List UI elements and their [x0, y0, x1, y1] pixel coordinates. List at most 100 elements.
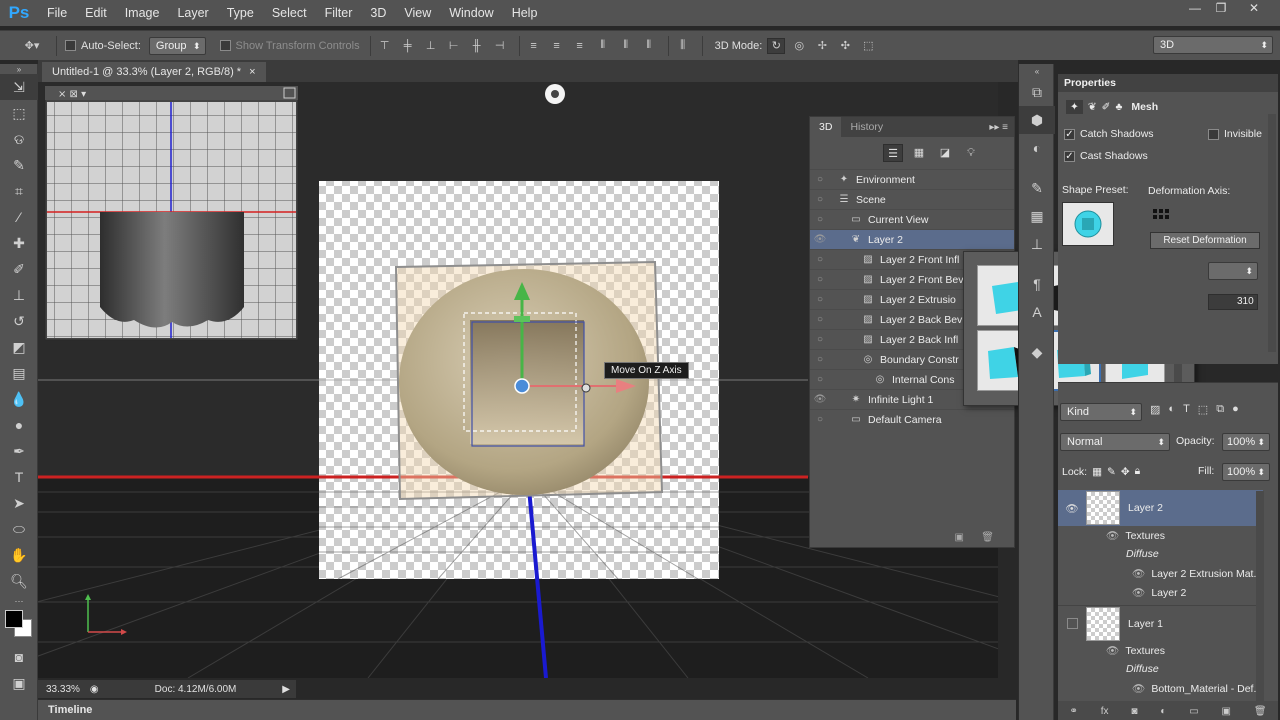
fx-icon[interactable]: fx	[1101, 706, 1109, 717]
new-layer-icon[interactable]: ▣	[1222, 706, 1231, 717]
textures-row[interactable]: 👁︎ Textures	[1106, 644, 1280, 658]
auto-select-target-select[interactable]: Group	[148, 36, 206, 55]
workspace-select[interactable]: 3D	[1153, 36, 1273, 54]
auto-align-icon[interactable]: ⫼	[674, 38, 692, 54]
scene-tree-item[interactable]: ○ ☰ Scene	[810, 189, 1014, 209]
properties-scrollbar[interactable]	[1268, 114, 1276, 352]
clone-source-dock-icon[interactable]: ⊥	[1019, 230, 1055, 258]
lock-all-icon[interactable]: 🔒︎	[1135, 465, 1141, 478]
close-document-icon[interactable]: ×	[249, 62, 255, 82]
lock-position-icon[interactable]: ✥	[1121, 466, 1130, 478]
distribute-right-icon[interactable]: ⦀	[640, 38, 658, 54]
quick-select-tool-icon[interactable]: ✎	[0, 152, 38, 178]
collapse-icon[interactable]: «	[1019, 64, 1055, 78]
layer-filter-select[interactable]: Kind	[1060, 403, 1142, 421]
deform-mode-icon[interactable]: ❦	[1088, 101, 1097, 113]
slide-3d-icon[interactable]: ✣	[836, 38, 854, 54]
scene-item-visibility-icon[interactable]: ○	[810, 414, 830, 425]
roll-3d-icon[interactable]: ◎	[790, 38, 808, 54]
3d-dock-icon[interactable]: ⬢	[1019, 106, 1055, 134]
shape-tool-icon[interactable]: ⬭	[0, 516, 38, 542]
scene-item-visibility-icon[interactable]: ○	[810, 194, 830, 205]
screen-mode-icon[interactable]: ▣	[0, 670, 38, 696]
show-transform-checkbox[interactable]	[219, 40, 231, 51]
quick-mask-icon[interactable]: ◙	[0, 644, 38, 670]
adjustments-dock-icon[interactable]: ◐	[1019, 134, 1055, 162]
whole-scene-icon[interactable]: ☰	[883, 144, 903, 162]
layer-row[interactable]: Layer 1	[1058, 605, 1258, 641]
collapse-icon[interactable]: »	[0, 64, 38, 74]
menu-layer[interactable]: Layer	[168, 0, 217, 26]
textures-row[interactable]: 👁︎ Textures	[1106, 529, 1280, 543]
paragraph-dock-icon[interactable]: ¶	[1019, 270, 1055, 298]
scene-tree-item[interactable]: ○ ▭ Current View	[810, 209, 1014, 229]
properties-value-field[interactable]: 310	[1208, 294, 1258, 310]
scene-item-visibility-icon[interactable]: ○	[810, 254, 830, 265]
zoom-level[interactable]: 33.33%	[46, 684, 80, 695]
texture-eye-icon[interactable]: 👁︎	[1132, 586, 1145, 599]
document-tab[interactable]: Untitled-1 @ 33.3% (Layer 2, RGB/8) * ×	[42, 62, 266, 82]
navigator-dock-icon[interactable]: ◆	[1019, 338, 1055, 366]
auto-select-checkbox[interactable]	[65, 40, 76, 51]
tab-3d[interactable]: 3D	[810, 117, 842, 137]
type-filter-icon[interactable]: T	[1183, 403, 1190, 416]
lasso-tool-icon[interactable]: ଡ	[0, 126, 38, 152]
status-menu-icon[interactable]: ◉	[90, 684, 99, 695]
textures-eye-icon[interactable]: 👁︎	[1106, 644, 1119, 657]
align-top-icon[interactable]: ⊤	[376, 38, 394, 54]
blend-mode-select[interactable]: Normal	[1060, 433, 1170, 451]
history-dock-icon[interactable]: ⧉	[1019, 78, 1055, 106]
shape-filter-icon[interactable]: ⬚	[1198, 403, 1208, 416]
tab-history[interactable]: History	[841, 117, 892, 137]
lights-filter-icon[interactable]: 💡︎	[961, 144, 981, 162]
blur-tool-icon[interactable]: 💧	[0, 386, 38, 412]
menu-window[interactable]: Window	[440, 0, 502, 26]
align-left-icon[interactable]: ⊢	[445, 38, 463, 54]
cast-shadows-checkbox[interactable]	[1064, 150, 1075, 162]
scene-item-visibility-icon[interactable]: ○	[810, 274, 830, 285]
layers-scrollbar[interactable]	[1256, 491, 1264, 701]
meshes-filter-icon[interactable]: ▦	[909, 144, 929, 162]
fill-field[interactable]: 100%	[1222, 463, 1270, 481]
delete-object-icon[interactable]: 🗑︎	[981, 532, 994, 543]
menu-file[interactable]: File	[38, 0, 76, 26]
restore-icon[interactable]: ❐	[1208, 0, 1234, 18]
texture-eye-icon[interactable]: 👁︎	[1132, 682, 1145, 695]
scene-item-visibility-icon[interactable]: ○	[810, 314, 830, 325]
scene-tree-item[interactable]: 👁︎ ❦ Layer 2	[810, 229, 1014, 249]
minimize-icon[interactable]: —	[1182, 0, 1208, 18]
healing-tool-icon[interactable]: ✚	[0, 230, 38, 256]
delete-layer-icon[interactable]: 🗑︎	[1254, 706, 1267, 717]
menu-edit[interactable]: Edit	[76, 0, 116, 26]
marquee-tool-icon[interactable]: ⬚	[0, 100, 38, 126]
scene-tree-item[interactable]: ○ ✦ Environment	[810, 169, 1014, 189]
pixel-filter-icon[interactable]: ▨	[1150, 403, 1160, 416]
new-group-icon[interactable]: ▭	[1189, 706, 1198, 717]
scene-mode-icon[interactable]: ✦	[1066, 100, 1083, 114]
deformation-axis-widget[interactable]	[1152, 208, 1174, 227]
scene-item-visibility-icon[interactable]: ○	[810, 174, 830, 185]
coordinates-mode-icon[interactable]: ♣	[1115, 101, 1122, 113]
invisible-checkbox[interactable]	[1208, 128, 1219, 140]
menu-filter[interactable]: Filter	[316, 0, 362, 26]
layer-row[interactable]: 👁︎ Layer 2	[1058, 491, 1258, 525]
timeline-panel-tab[interactable]: Timeline	[38, 699, 1016, 720]
foreground-color-swatch[interactable]	[5, 610, 23, 628]
move-tool-icon[interactable]: ⇲	[0, 74, 38, 100]
new-light-icon[interactable]: ▣	[955, 532, 964, 543]
dodge-tool-icon[interactable]: ●	[0, 412, 38, 438]
scene-tree-item[interactable]: ○ ▭ Default Camera	[810, 409, 1014, 429]
crop-tool-icon[interactable]: ⌗	[0, 178, 38, 204]
distribute-left-icon[interactable]: ⦀	[594, 38, 612, 54]
lock-pixels-icon[interactable]: ✎	[1107, 466, 1116, 478]
shape-preset-picker[interactable]	[1062, 202, 1114, 246]
menu-image[interactable]: Image	[116, 0, 169, 26]
drag-3d-icon[interactable]: ✢	[813, 38, 831, 54]
align-hcenter-icon[interactable]: ╫	[468, 38, 486, 54]
menu-3d[interactable]: 3D	[361, 0, 395, 26]
cap-mode-icon[interactable]: ✐	[1102, 101, 1111, 113]
status-arrow-icon[interactable]: ▶	[282, 684, 290, 695]
menu-view[interactable]: View	[395, 0, 440, 26]
history-brush-tool-icon[interactable]: ↺	[0, 308, 38, 334]
layer-visibility-empty[interactable]	[1058, 618, 1086, 629]
